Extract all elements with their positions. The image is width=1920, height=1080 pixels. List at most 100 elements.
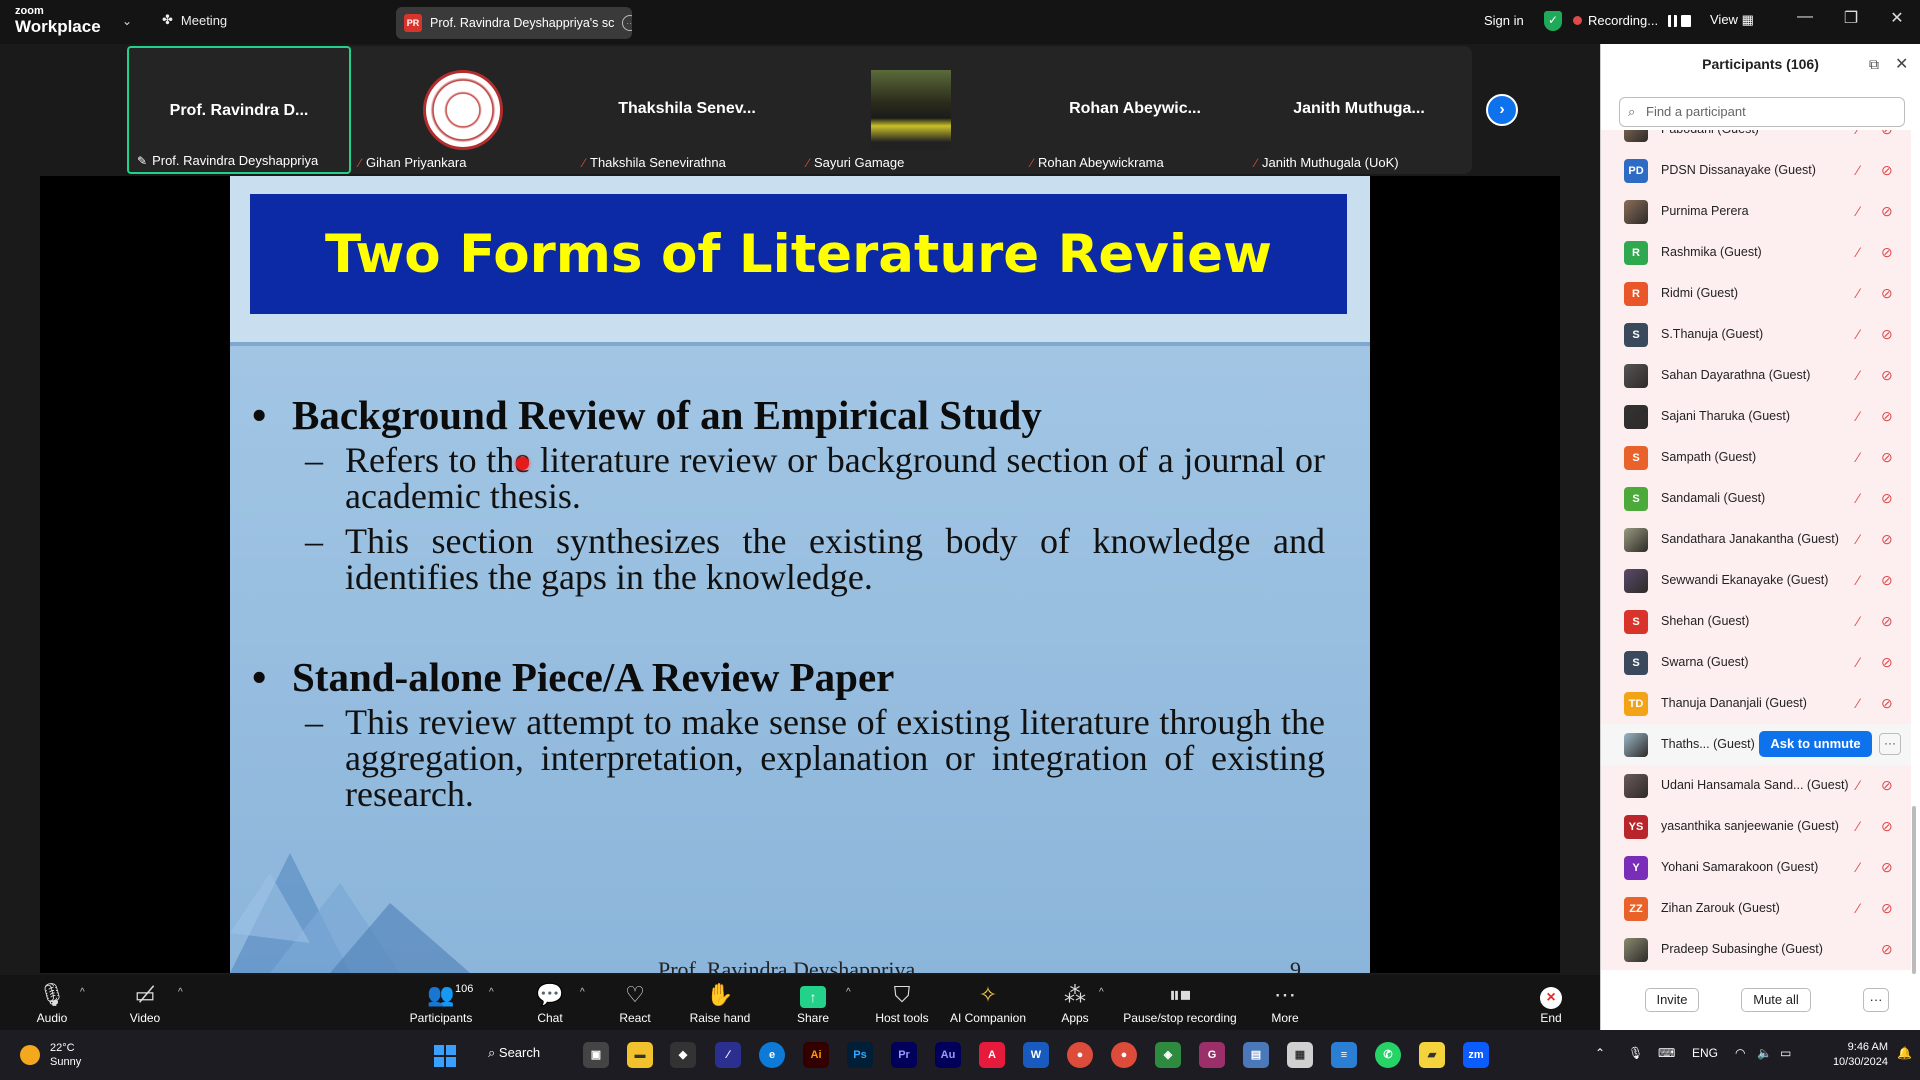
participant-row[interactable]: Y Yohani Samarakoon (Guest) ⁄ ⊘ bbox=[1601, 847, 1911, 888]
minimize-icon[interactable]: — bbox=[1785, 8, 1825, 26]
mic-muted-icon[interactable]: ⁄ bbox=[1857, 326, 1859, 342]
word-icon[interactable]: W bbox=[1023, 1042, 1049, 1068]
app-icon[interactable]: ◆ bbox=[670, 1042, 696, 1068]
participant-row[interactable]: Udani Hansamala Sand... (Guest) ⁄ ⊘ bbox=[1601, 765, 1911, 806]
chrome-icon[interactable]: ● bbox=[1111, 1042, 1137, 1068]
thumbnail-tile[interactable]: Janith Muthuga... ⁄ Janith Muthugala (UoK… bbox=[1247, 46, 1471, 174]
weather-widget[interactable]: 22°C Sunny bbox=[50, 1041, 81, 1069]
audio-options-caret[interactable]: ^ bbox=[80, 987, 85, 998]
chrome-icon[interactable]: ● bbox=[1067, 1042, 1093, 1068]
battery-icon[interactable]: ▭ bbox=[1780, 1046, 1791, 1060]
recording-controls[interactable] bbox=[1668, 14, 1692, 27]
notepad-icon[interactable]: ≡ bbox=[1331, 1042, 1357, 1068]
clock[interactable]: 9:46 AM 10/30/2024 bbox=[1830, 1040, 1888, 1070]
file-explorer-icon[interactable]: ▬ bbox=[627, 1042, 653, 1068]
mic-muted-icon[interactable]: ⁄ bbox=[1857, 244, 1859, 260]
wifi-icon[interactable]: ◠ bbox=[1735, 1046, 1745, 1060]
participant-row[interactable]: Sewwandi Ekanayake (Guest) ⁄ ⊘ bbox=[1601, 560, 1911, 601]
video-off-icon[interactable]: ⊘ bbox=[1881, 244, 1893, 261]
participants-options-caret[interactable]: ^ bbox=[489, 987, 494, 998]
video-off-icon[interactable]: ⊘ bbox=[1881, 162, 1893, 179]
mic-muted-icon[interactable]: ⁄ bbox=[1857, 162, 1859, 178]
ai-companion-button[interactable]: ✧ AI Companion bbox=[938, 981, 1038, 1025]
pop-out-icon[interactable]: ⧉ bbox=[1869, 56, 1879, 73]
mic-muted-icon[interactable]: ⁄ bbox=[1857, 285, 1859, 301]
mic-muted-icon[interactable]: ⁄ bbox=[1857, 130, 1859, 137]
participant-row[interactable]: PD PDSN Dissanayake (Guest) ⁄ ⊘ bbox=[1601, 150, 1911, 191]
participant-row[interactable]: Pabodani (Guest) ⁄ ⊘ bbox=[1601, 130, 1911, 150]
photoshop-icon[interactable]: Ps bbox=[847, 1042, 873, 1068]
pause-icon[interactable] bbox=[1668, 14, 1678, 27]
mic-muted-icon[interactable]: ⁄ bbox=[1857, 572, 1859, 588]
video-off-icon[interactable]: ⊘ bbox=[1881, 572, 1893, 589]
microphone-icon[interactable]: 🎙 bbox=[1628, 1046, 1643, 1060]
video-off-icon[interactable]: ⊘ bbox=[1881, 203, 1893, 220]
acrobat-icon[interactable]: A bbox=[979, 1042, 1005, 1068]
pause-stop-recording-button[interactable]: ⏸⏹ Pause/stop recording bbox=[1110, 981, 1250, 1025]
video-off-icon[interactable]: ⊘ bbox=[1881, 654, 1893, 671]
more-button[interactable]: ⋯ More bbox=[1235, 981, 1335, 1025]
zoom-app-icon[interactable]: zm bbox=[1463, 1042, 1489, 1068]
participant-list-scrollbar[interactable] bbox=[1912, 806, 1916, 974]
video-off-icon[interactable]: ⊘ bbox=[1881, 326, 1893, 343]
participant-row[interactable]: Sahan Dayarathna (Guest) ⁄ ⊘ bbox=[1601, 355, 1911, 396]
video-off-icon[interactable]: ⊘ bbox=[1881, 941, 1893, 958]
mic-muted-icon[interactable]: ⁄ bbox=[1857, 777, 1859, 793]
raise-hand-button[interactable]: ✋ Raise hand bbox=[670, 981, 770, 1025]
mic-muted-icon[interactable]: ⁄ bbox=[1857, 818, 1859, 834]
volume-icon[interactable]: 🔈 bbox=[1757, 1046, 1772, 1060]
more-icon[interactable]: ··· bbox=[1879, 733, 1901, 755]
participant-row[interactable]: S Sandamali (Guest) ⁄ ⊘ bbox=[1601, 478, 1911, 519]
mic-muted-icon[interactable]: ⁄ bbox=[1857, 449, 1859, 465]
close-icon[interactable]: ✕ bbox=[1895, 54, 1908, 74]
more-options-button[interactable]: ··· bbox=[1863, 988, 1889, 1012]
participant-row[interactable]: S S.Thanuja (Guest) ⁄ ⊘ bbox=[1601, 314, 1911, 355]
audition-icon[interactable]: Au bbox=[935, 1042, 961, 1068]
participant-row[interactable]: Purnima Perera ⁄ ⊘ bbox=[1601, 191, 1911, 232]
view-menu[interactable]: View ▦ bbox=[1710, 12, 1754, 28]
thumbnail-tile[interactable]: ⁄ Sayuri Gamage bbox=[799, 46, 1023, 174]
video-off-icon[interactable]: ⊘ bbox=[1881, 490, 1893, 507]
edge-icon[interactable]: e bbox=[759, 1042, 785, 1068]
illustrator-icon[interactable]: Ai bbox=[803, 1042, 829, 1068]
chat-options-caret[interactable]: ^ bbox=[580, 987, 585, 998]
participant-row[interactable]: YS yasanthika sanjeewanie (Guest) ⁄ ⊘ bbox=[1601, 806, 1911, 847]
video-off-icon[interactable]: ⊘ bbox=[1881, 777, 1893, 794]
participant-row[interactable]: S Shehan (Guest) ⁄ ⊘ bbox=[1601, 601, 1911, 642]
audio-button[interactable]: 🎙 Audio bbox=[2, 981, 102, 1025]
premiere-icon[interactable]: Pr bbox=[891, 1042, 917, 1068]
windows-start-icon[interactable] bbox=[434, 1045, 456, 1067]
video-off-icon[interactable]: ⊘ bbox=[1881, 613, 1893, 630]
apps-options-caret[interactable]: ^ bbox=[1099, 987, 1104, 998]
sign-in-link[interactable]: Sign in bbox=[1484, 13, 1524, 28]
app-icon[interactable]: G bbox=[1199, 1042, 1225, 1068]
meeting-menu[interactable]: ✤ Meeting bbox=[162, 12, 227, 28]
thumbnail-tile[interactable]: Thakshila Senev... ⁄ Thakshila Senevirath… bbox=[575, 46, 799, 174]
participant-row[interactable]: S Swarna (Guest) ⁄ ⊘ bbox=[1601, 642, 1911, 683]
mic-muted-icon[interactable]: ⁄ bbox=[1857, 900, 1859, 916]
mute-all-button[interactable]: Mute all bbox=[1741, 988, 1811, 1012]
video-off-icon[interactable]: ⊘ bbox=[1881, 367, 1893, 384]
video-options-caret[interactable]: ^ bbox=[178, 987, 183, 998]
next-page-button[interactable]: › bbox=[1486, 94, 1518, 126]
participant-search-input[interactable]: ⌕ Find a participant bbox=[1619, 97, 1905, 127]
mic-muted-icon[interactable]: ⁄ bbox=[1857, 203, 1859, 219]
participant-row[interactable]: Sandathara Janakantha (Guest) ⁄ ⊘ bbox=[1601, 519, 1911, 560]
thumbnail-tile[interactable]: Rohan Abeywic... ⁄ Rohan Abeywickrama bbox=[1023, 46, 1247, 174]
recording-indicator[interactable]: Recording... bbox=[1573, 13, 1692, 28]
mic-muted-icon[interactable]: ⁄ bbox=[1857, 490, 1859, 506]
show-hidden-icons[interactable]: ⌃ bbox=[1595, 1046, 1605, 1060]
mic-muted-icon[interactable]: ⁄ bbox=[1857, 859, 1859, 875]
task-view-icon[interactable]: ▣ bbox=[583, 1042, 609, 1068]
shield-icon[interactable]: ✓ bbox=[1544, 11, 1562, 31]
video-off-icon[interactable]: ⊘ bbox=[1881, 130, 1893, 138]
host-tools-button[interactable]: ⛉ Host tools bbox=[852, 981, 952, 1025]
sun-icon[interactable] bbox=[20, 1045, 40, 1065]
mic-muted-icon[interactable]: ⁄ bbox=[1857, 654, 1859, 670]
restore-icon[interactable]: ❐ bbox=[1831, 8, 1871, 28]
app-icon[interactable]: ∕ bbox=[715, 1042, 741, 1068]
stop-icon[interactable] bbox=[1681, 14, 1692, 27]
participant-row[interactable]: ZZ Zihan Zarouk (Guest) ⁄ ⊘ bbox=[1601, 888, 1911, 929]
chevron-down-icon[interactable]: ⌄ bbox=[122, 14, 132, 28]
video-off-icon[interactable]: ⊘ bbox=[1881, 859, 1893, 876]
